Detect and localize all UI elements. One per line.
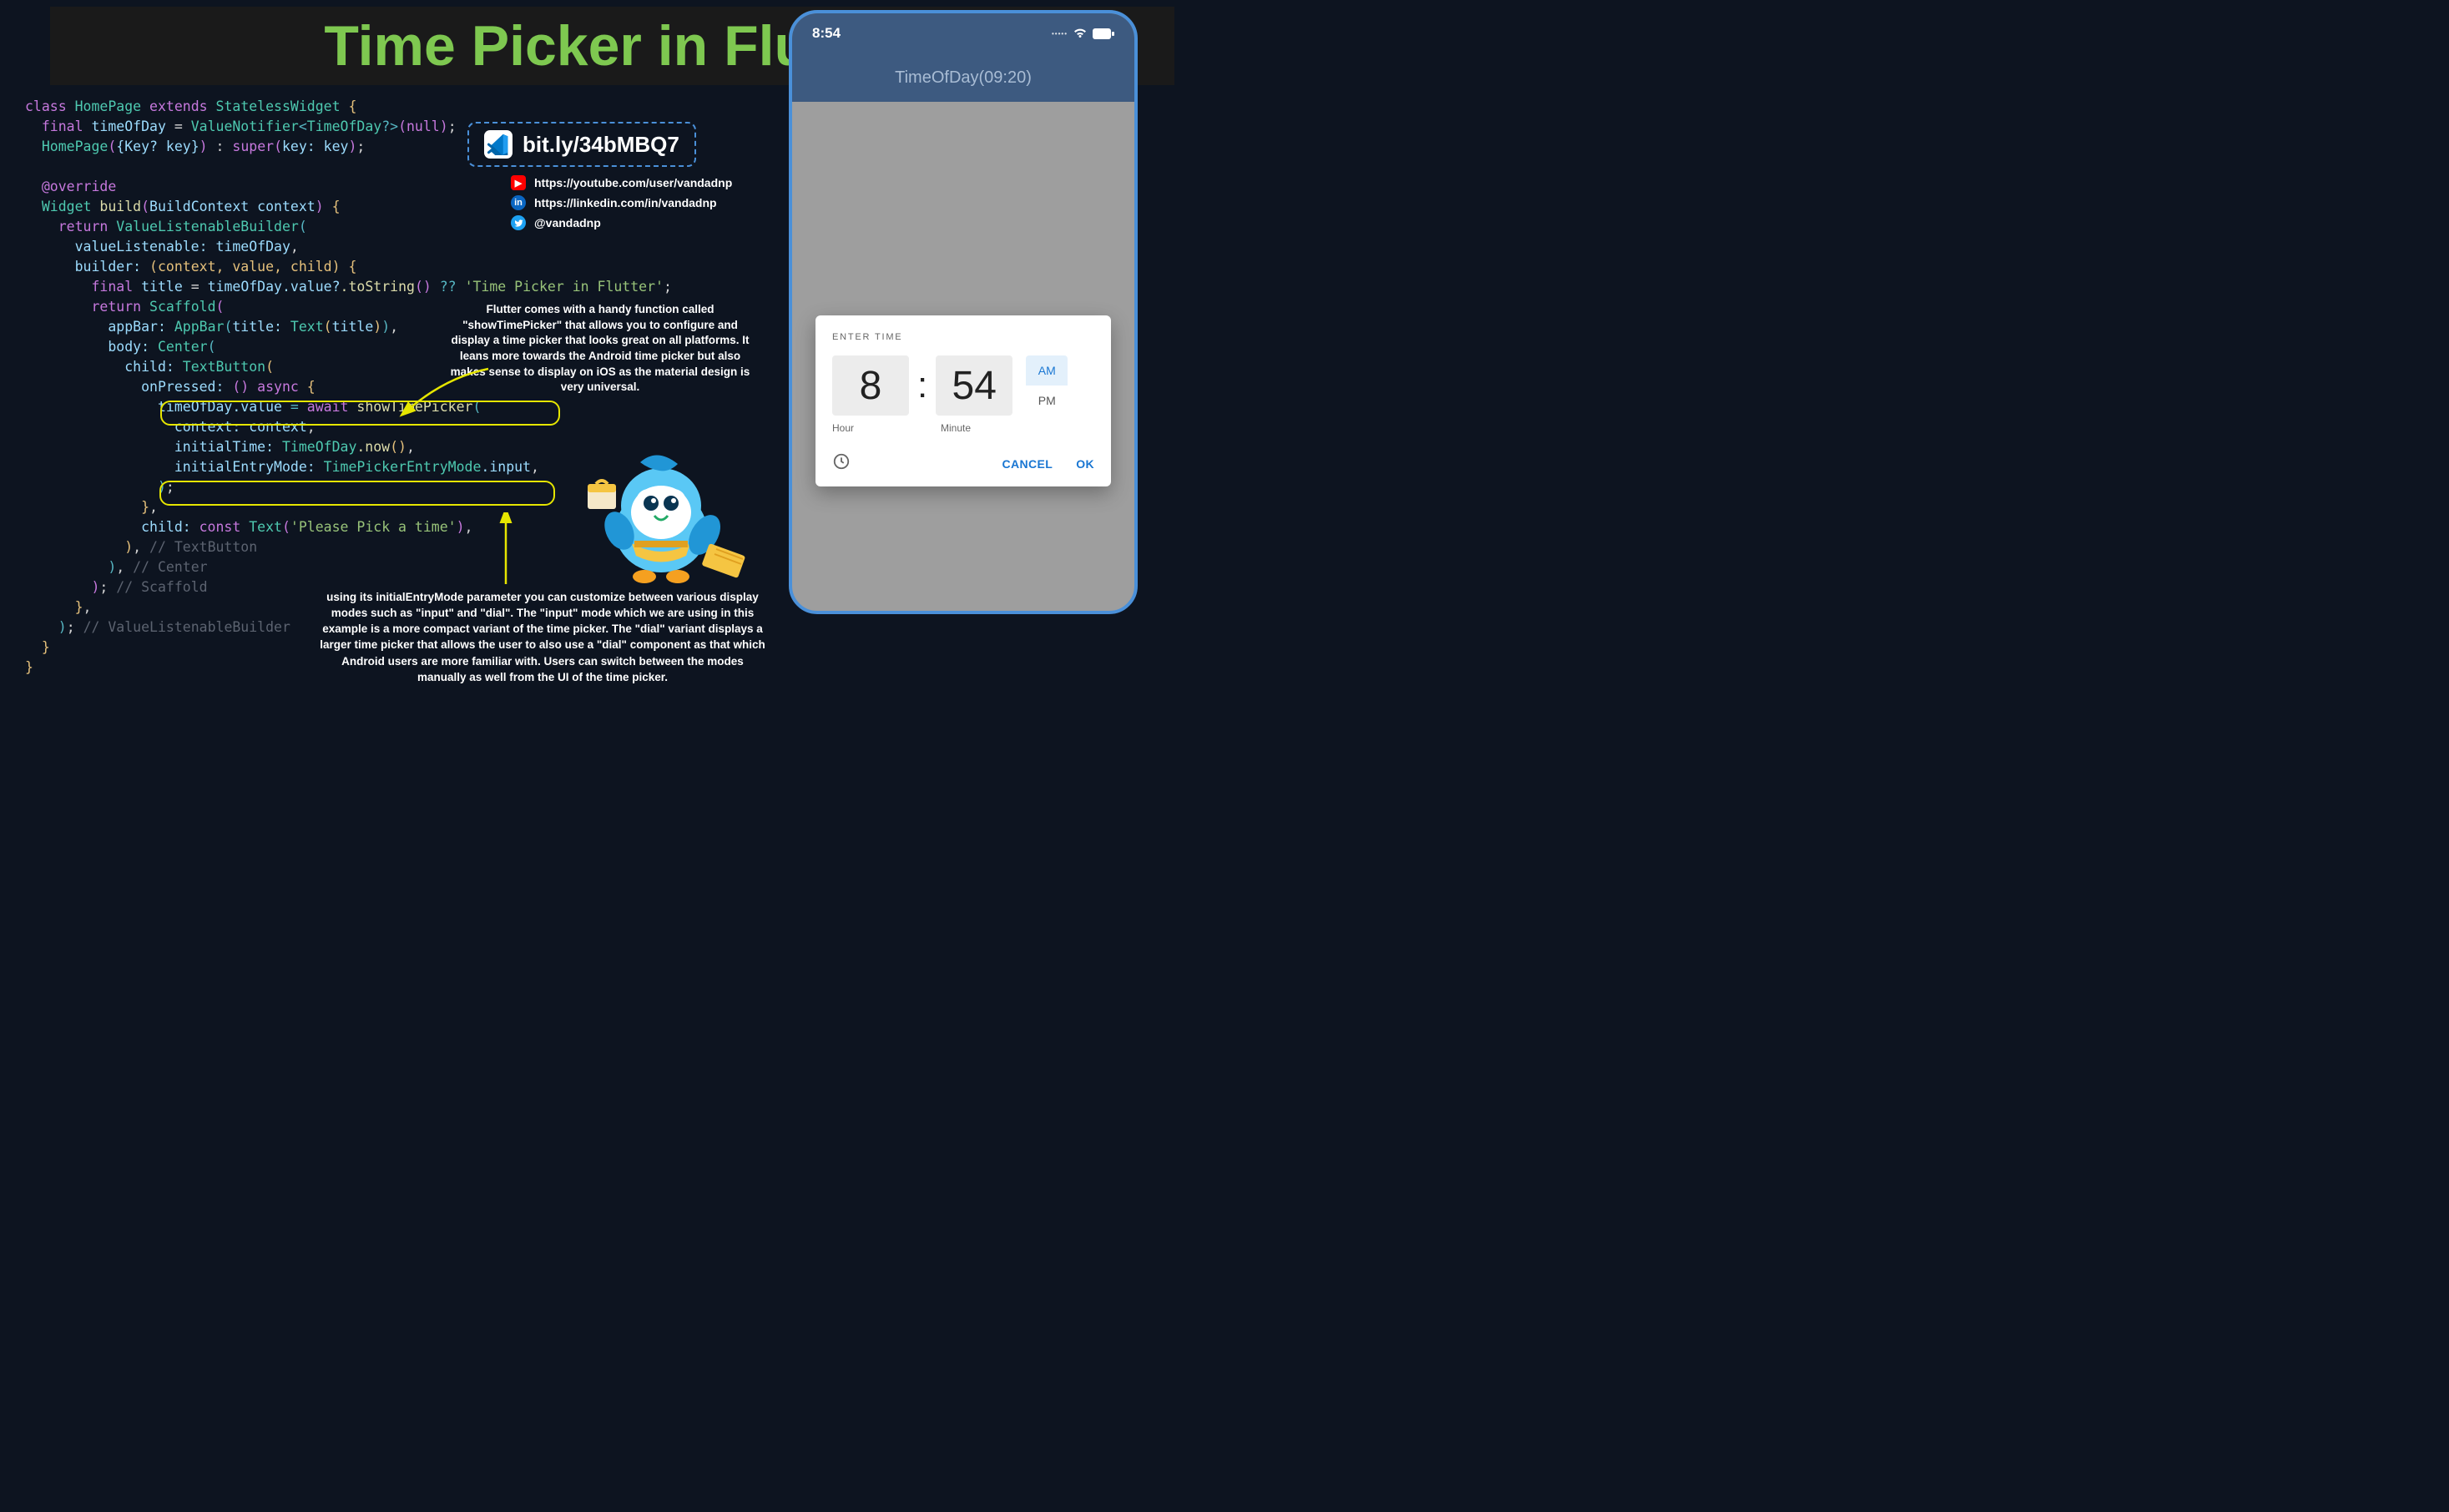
kw-class: class [25, 98, 67, 114]
type-widget: Widget [42, 199, 92, 214]
colon: : [917, 355, 927, 416]
override: @override [42, 179, 116, 194]
status-time: 8:54 [812, 25, 841, 42]
eq: = [166, 118, 191, 134]
battery-icon [1093, 28, 1114, 39]
pm-toggle[interactable]: PM [1026, 386, 1068, 416]
comment-scaffold: // Scaffold [116, 579, 207, 595]
vl-label: valueListenable: [75, 239, 208, 255]
clock-icon[interactable] [832, 452, 851, 475]
class-name: HomePage [75, 98, 141, 114]
type-appbar: AppBar [174, 319, 225, 335]
generic-close: ?> [381, 118, 398, 134]
linkedin-text: https://linkedin.com/in/vandadnp [534, 196, 717, 209]
type-stateless: StatelessWidget [216, 98, 341, 114]
wifi-icon [1073, 28, 1088, 39]
dash-mascot-icon [561, 422, 753, 589]
key-param: {Key? key} [116, 139, 199, 154]
child-label: child: [124, 359, 174, 375]
type-textbutton: TextButton [183, 359, 265, 375]
type-vn: ValueNotifier [191, 118, 299, 134]
kw-final: final [42, 118, 83, 134]
appbar-title: TimeOfDay(09:20) [895, 68, 1032, 88]
appbar-label: appBar: [108, 319, 166, 335]
phone-statusbar: 8:54 ••••• [792, 13, 1134, 53]
type-vlb: ValueListenableBuilder [116, 219, 299, 234]
time-picker-dialog: ENTER TIME 8 : 54 AM PM Hour Minute CANC… [815, 315, 1111, 486]
vscode-icon [484, 130, 513, 159]
ok-button[interactable]: OK [1076, 457, 1094, 471]
link-text: bit.ly/34bMBQ7 [523, 132, 679, 158]
mode-type: TimePickerEntryMode [324, 459, 482, 475]
body-label: body: [108, 339, 149, 355]
kw-null: null [406, 118, 440, 134]
comment-vlb: // ValueListenableBuilder [83, 619, 290, 635]
key-arg: key: key [282, 139, 348, 154]
fn-tostr: .toString [341, 279, 415, 295]
link-badge[interactable]: bit.ly/34bMBQ7 [467, 122, 696, 167]
twitter-text: @vandadnp [534, 216, 601, 229]
linkedin-icon: in [511, 195, 526, 210]
kw-return: return [58, 219, 109, 234]
picker-title: ENTER TIME [832, 332, 1094, 342]
title-arg: title [332, 319, 374, 335]
comment-center: // Center [133, 559, 207, 575]
kw-extends: extends [149, 98, 208, 114]
field-timeofday: timeOfDay [91, 118, 165, 134]
phone-mockup: 8:54 ••••• TimeOfDay(09:20) ENTER TIME 8… [789, 10, 1138, 614]
hour-input[interactable]: 8 [832, 355, 909, 416]
type-scaffold: Scaffold [149, 299, 215, 315]
kw-super: super [232, 139, 274, 154]
social-linkedin[interactable]: in https://linkedin.com/in/vandadnp [511, 195, 732, 210]
am-toggle[interactable]: AM [1026, 355, 1068, 386]
social-twitter[interactable]: @vandadnp [511, 215, 732, 230]
param-ctx: BuildContext context [149, 199, 316, 214]
builder-sig: (context, value, child) [149, 259, 340, 275]
comment-tb: // TextButton [149, 539, 257, 555]
type-tod: TimeOfDay [307, 118, 381, 134]
fn-build: build [99, 199, 141, 214]
highlight-box-1 [160, 401, 560, 426]
kw-final2: final [91, 279, 133, 295]
title-var: title [141, 279, 183, 295]
str-btn: 'Please Pick a time' [290, 519, 457, 535]
callout-top: Flutter comes with a handy function call… [446, 302, 755, 396]
title-label: title: [232, 319, 282, 335]
ctor: HomePage [42, 139, 108, 154]
social-links: ▶ https://youtube.com/user/vandadnp inhtt… [511, 175, 732, 235]
highlight-box-2 [159, 481, 555, 506]
type-text: Text [290, 319, 324, 335]
mode-val: .input [481, 459, 531, 475]
child-label2: child: [141, 519, 191, 535]
onpressed-label: onPressed: [141, 379, 224, 395]
youtube-icon: ▶ [511, 175, 526, 190]
type-tod2: TimeOfDay [282, 439, 356, 455]
type-center: Center [158, 339, 208, 355]
minute-label: Minute [941, 422, 1017, 434]
mode-label: initialEntryMode: [174, 459, 316, 475]
init-label: initialTime: [174, 439, 274, 455]
twitter-icon [511, 215, 526, 230]
builder-label: builder: [75, 259, 141, 275]
social-youtube[interactable]: ▶ https://youtube.com/user/vandadnp [511, 175, 732, 190]
hour-label: Hour [832, 422, 909, 434]
cellular-icon: ••••• [1052, 30, 1068, 38]
str-fallback: 'Time Picker in Flutter' [465, 279, 664, 295]
kw-const: const [199, 519, 241, 535]
callout-bottom: using its initialEntryMode parameter you… [317, 589, 768, 685]
phone-appbar: TimeOfDay(09:20) [792, 53, 1134, 102]
fn-now: .now [356, 439, 390, 455]
kw-return2: return [91, 299, 141, 315]
minute-input[interactable]: 54 [936, 355, 1012, 416]
youtube-text: https://youtube.com/user/vandadnp [534, 176, 732, 189]
type-text2: Text [249, 519, 282, 535]
async-sig: () async [232, 379, 298, 395]
vl-val: timeOfDay [216, 239, 290, 255]
cancel-button[interactable]: CANCEL [1002, 457, 1053, 471]
